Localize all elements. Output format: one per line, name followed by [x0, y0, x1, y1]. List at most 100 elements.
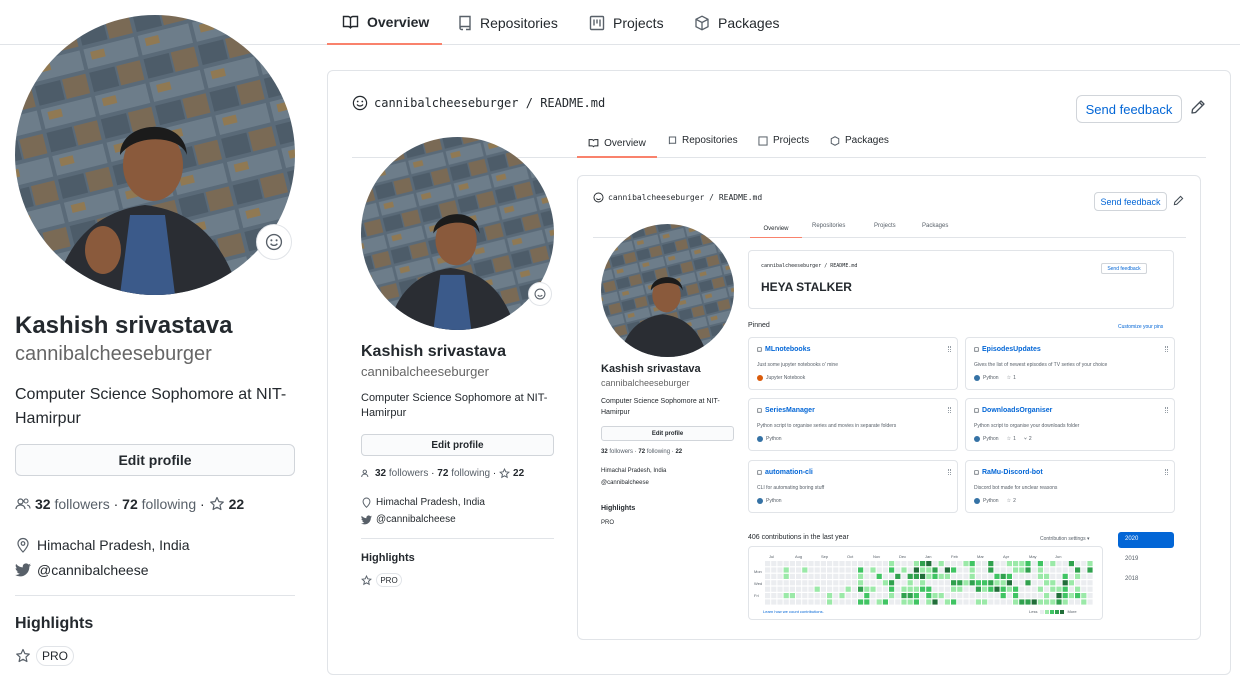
tab-label: Repositories [480, 14, 558, 31]
stars-link[interactable]: 22 [209, 496, 244, 512]
contrib-day-cell [889, 561, 895, 567]
pinned-repo-stars: 1 [1013, 436, 1016, 442]
tab-overview[interactable]: Overview [327, 0, 442, 45]
contrib-day-cell [895, 580, 901, 586]
edit-profile-button[interactable]: Edit profile [15, 444, 295, 476]
contrib-day-cell [827, 573, 833, 579]
contrib-day-cell [1075, 567, 1081, 573]
tab-packages[interactable]: Packages [694, 0, 779, 45]
contrib-day-cell [796, 567, 802, 573]
contrib-day-cell [932, 580, 938, 586]
contrib-day-cell [1062, 573, 1068, 579]
contrib-month-label: Dec [899, 554, 907, 559]
contrib-day-label: Fri [754, 593, 759, 598]
readme-owner-link[interactable]: cannibalcheeseburger [374, 96, 519, 110]
contrib-day-cell [901, 561, 907, 567]
contrib-day-cell [994, 586, 1000, 592]
contrib-day-cell [1006, 586, 1012, 592]
contrib-day-cell [851, 573, 857, 579]
nested-tab-repositories[interactable]: Repositories [668, 135, 738, 146]
edit-pencil-button[interactable] [1190, 99, 1206, 115]
star-icon [499, 468, 510, 479]
contrib-day-cell [1031, 599, 1037, 605]
twitter[interactable]: @cannibalcheese [15, 560, 149, 580]
nested-tab-overview[interactable]: Overview [577, 130, 657, 158]
contrib-day-cell [994, 593, 1000, 599]
avatar[interactable] [15, 15, 295, 295]
contrib-day-cell [814, 561, 820, 567]
pinned-repo-language: Python [983, 498, 999, 504]
contrib-day-cell [932, 593, 938, 599]
contrib-day-cell [876, 561, 882, 567]
followers-count: 32 [35, 496, 51, 512]
contrib-day-cell [994, 599, 1000, 605]
contrib-day-cell [845, 580, 851, 586]
contrib-day-cell [913, 567, 919, 573]
contrib-day-cell [827, 561, 833, 567]
contrib-day-cell [975, 593, 981, 599]
contrib-month-label: Jan [925, 554, 932, 559]
contrib-day-cell [901, 567, 907, 573]
contrib-day-cell [858, 599, 864, 605]
contrib-day-cell [963, 567, 969, 573]
repo-icon [757, 346, 762, 353]
tab-label: Projects [613, 14, 664, 31]
contrib-day-cell [957, 567, 963, 573]
pinned-repo-name: EpisodesUpdates [974, 346, 1041, 353]
contrib-day-cell [889, 599, 895, 605]
contrib-day-cell [882, 599, 888, 605]
contrib-day-cell [851, 593, 857, 599]
following-label: following [451, 468, 491, 479]
tab-repositories[interactable]: Repositories [458, 0, 558, 45]
contrib-day-cell [814, 580, 820, 586]
contrib-day-cell [789, 561, 795, 567]
following-link[interactable]: 72 following [122, 496, 196, 512]
contrib-day-cell [920, 586, 926, 592]
pro-badge: PRO [376, 573, 402, 587]
contrib-day-cell [963, 586, 969, 592]
pinned-repo-language: Python [983, 375, 999, 381]
contrib-day-cell [1087, 561, 1093, 567]
pinned-repo-name: automation-cli [757, 469, 813, 476]
contrib-day-cell [1000, 573, 1006, 579]
contrib-day-cell [783, 599, 789, 605]
contrib-day-cell [988, 586, 994, 592]
contrib-day-cell [1000, 561, 1006, 567]
contrib-day-cell [1075, 599, 1081, 605]
pinned-repo-forks: 2 [1028, 436, 1032, 442]
set-status-button[interactable] [256, 224, 292, 260]
contrib-title: 406 contributions in the last year [748, 534, 849, 541]
legend-swatch [1040, 609, 1045, 614]
nested-tab-packages[interactable]: Packages [830, 135, 889, 146]
repo-icon [458, 15, 472, 31]
contrib-day-cell [1019, 593, 1025, 599]
followers-link[interactable]: 32 followers [35, 496, 110, 512]
contrib-day-cell [771, 561, 777, 567]
pinned-repo-meta: Python ☆ 1 ⑂ 2 [974, 436, 1032, 442]
contrib-day-cell [851, 561, 857, 567]
contrib-day-cell [982, 580, 988, 586]
contrib-day-cell [796, 580, 802, 586]
contrib-day-cell [864, 573, 870, 579]
level3-highlights: Highlights [601, 505, 636, 512]
pinned-repo-desc: Discord bot made for unclear reasons [974, 485, 1058, 491]
star-icon: ☆ [1006, 436, 1012, 442]
contrib-day-cell [1031, 573, 1037, 579]
contrib-day-cell [926, 573, 932, 579]
contrib-day-cell [994, 580, 1000, 586]
contrib-day-cell [765, 586, 771, 592]
star-icon: ☆ [1006, 375, 1012, 381]
tab-projects[interactable]: Projects [589, 0, 664, 45]
contrib-day-cell [1056, 561, 1062, 567]
twitter-handle: @cannibalcheese [37, 562, 149, 578]
pinned-repo-meta: Python ☆ 1 [974, 375, 1016, 381]
contrib-day-cell [1019, 599, 1025, 605]
divider [361, 538, 554, 539]
contrib-day-cell [1050, 561, 1056, 567]
contrib-day-cell [982, 586, 988, 592]
contrib-day-cell [1087, 580, 1093, 586]
nested-tab-projects[interactable]: Projects [758, 135, 809, 146]
send-feedback-button[interactable]: Send feedback [1076, 95, 1182, 123]
contrib-day-cell [814, 593, 820, 599]
contrib-day-cell [771, 599, 777, 605]
